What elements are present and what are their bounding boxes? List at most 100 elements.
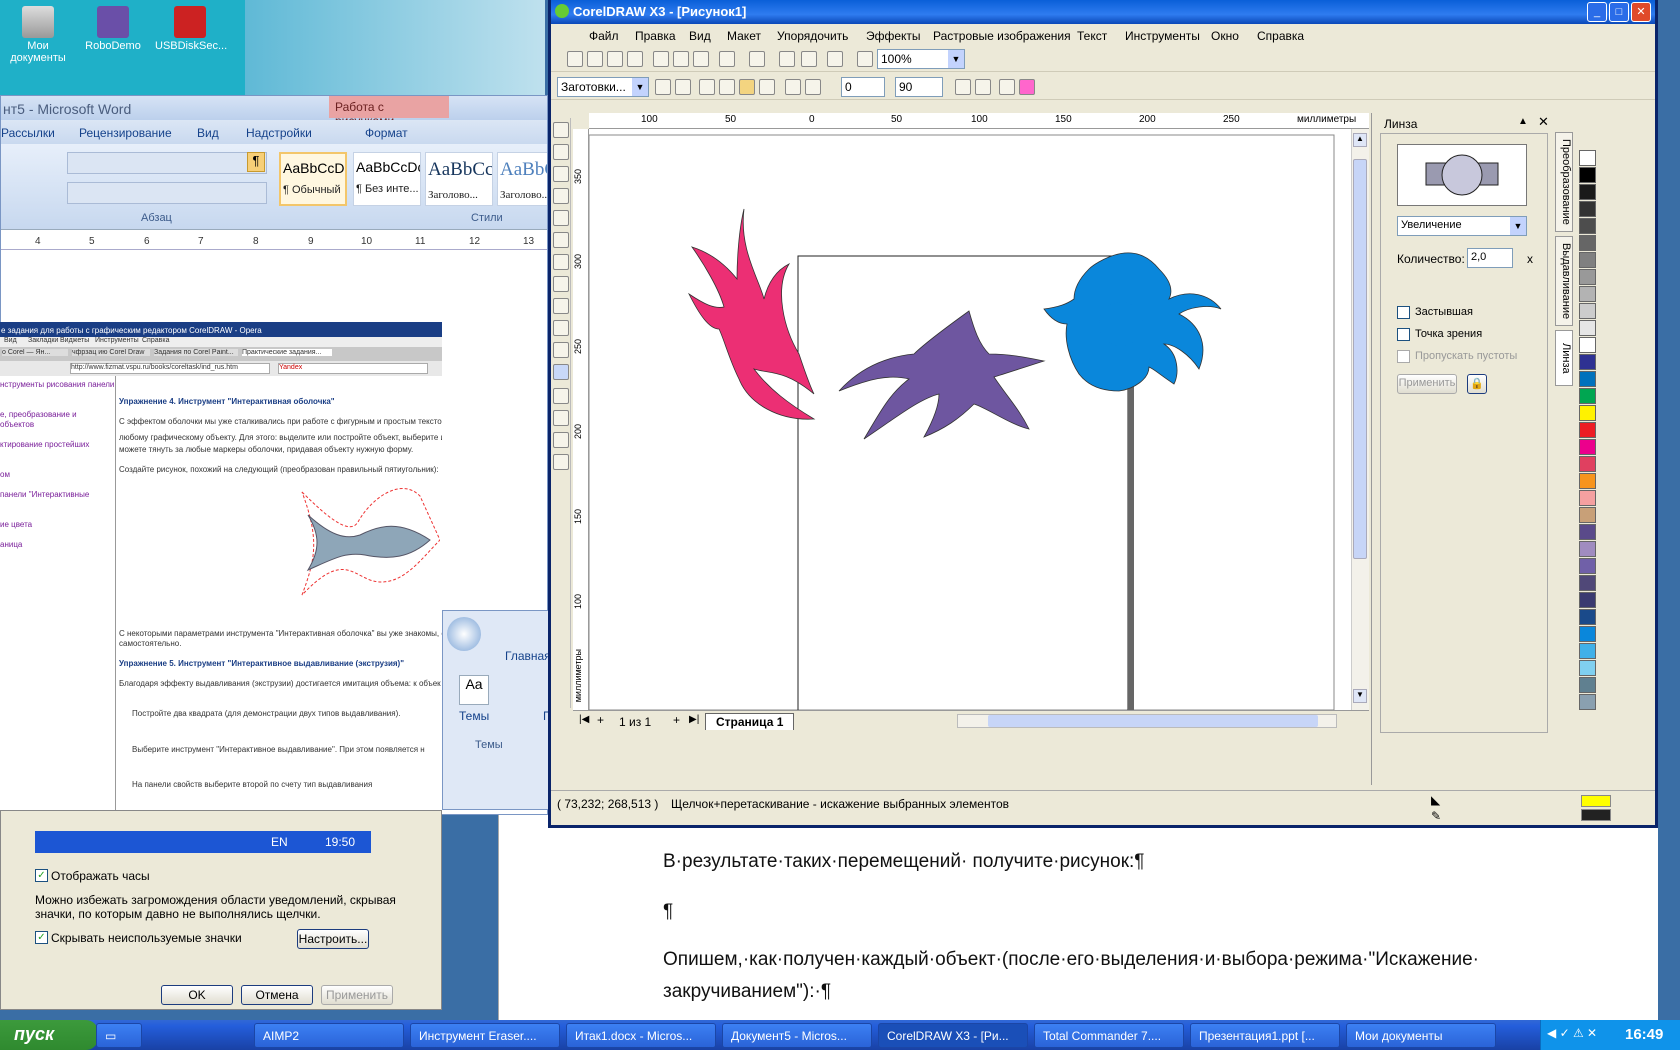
palette-swatch[interactable] [1579,320,1596,336]
task-coreldraw[interactable]: CorelDRAW X3 - [Ри... [878,1023,1028,1048]
sidebar-link[interactable]: объектов [0,420,34,429]
redo-icon[interactable] [749,51,765,67]
configure-button[interactable]: Настроить... [297,929,369,949]
opera-menu-item[interactable]: Виджеты [60,337,89,344]
palette-swatch[interactable] [1579,405,1596,421]
start-button[interactable]: пуск [0,1020,98,1050]
crop-tool-icon[interactable] [553,166,569,182]
paragraph-toolbar-row1[interactable] [67,152,267,174]
sidebar-link[interactable]: ктирование простейших [0,440,89,449]
tab-lens[interactable]: Линза [1555,330,1573,386]
palette-swatch[interactable] [1579,218,1596,234]
menu-tools[interactable]: Инструменты [1125,29,1200,43]
push-pull-distortion-icon[interactable] [699,79,715,95]
scroll-up-icon[interactable]: ▲ [1353,133,1367,147]
palette-swatch[interactable] [1579,558,1596,574]
cut-icon[interactable] [653,51,669,67]
sidebar-link[interactable]: нструменты рисования панели [0,380,114,389]
style-normal[interactable]: AaBbCcDc ¶ Обычный [279,152,347,206]
paragraph-toolbar-row2[interactable] [67,182,267,204]
opera-menu-item[interactable]: Справка [142,337,169,344]
fill-tool-icon[interactable] [553,432,569,448]
add-page-icon[interactable]: + [597,713,611,727]
show-clock-checkbox[interactable]: ✓ [35,869,48,882]
zoom-combo[interactable]: 100% ▼ [877,49,965,69]
additional-degrees-spinner[interactable]: 90 [895,77,943,97]
zoom-tool-icon[interactable] [553,188,569,204]
clockwise-rotation-icon[interactable] [805,79,821,95]
palette-swatch[interactable] [1579,677,1596,693]
palette-swatch[interactable] [1579,354,1596,370]
desktop-icon-my-documents[interactable]: Мои документы [3,2,73,64]
vertical-scrollbar[interactable]: ▲ ▼ [1351,129,1369,710]
scroll-thumb[interactable] [1353,159,1367,559]
tray-clock[interactable]: 16:49 [1625,1026,1663,1043]
add-new-distortion-icon[interactable] [759,79,775,95]
zipper-distortion-icon[interactable] [719,79,735,95]
tab-review[interactable]: Рецензирование [79,126,172,140]
palette-swatch[interactable] [1579,507,1596,523]
palette-swatch[interactable] [1579,490,1596,506]
opera-tab-active[interactable]: Практические задания... [242,349,332,356]
palette-swatch[interactable] [1579,303,1596,319]
freehand-tool-icon[interactable] [553,210,569,226]
interactive-distortion-tool-icon[interactable] [553,364,569,380]
copy-distortion-icon[interactable] [999,79,1015,95]
sidebar-link[interactable]: панели "Интерактивные [0,490,89,499]
opera-url-field[interactable]: http://www.fizmat.vspu.ru/books/coreltas… [70,363,270,374]
text-tool-icon[interactable] [553,342,569,358]
lens-apply-button[interactable]: Применить [1397,374,1457,394]
palette-swatch[interactable] [1579,524,1596,540]
ellipse-tool-icon[interactable] [553,276,569,292]
palette-swatch[interactable] [1579,660,1596,676]
smart-fill-tool-icon[interactable] [553,232,569,248]
palette-swatch[interactable] [1579,643,1596,659]
menu-help[interactable]: Справка [1257,29,1304,43]
outline-color-swatch[interactable] [1581,809,1611,821]
remove-preset-icon[interactable] [675,79,691,95]
center-distortion-icon[interactable] [955,79,971,95]
palette-swatch[interactable] [1579,201,1596,217]
menu-file[interactable]: Файл [589,29,619,43]
opera-menu-item[interactable]: Инструменты [95,337,139,344]
opera-tab[interactable]: о Corel — Ян... [2,349,68,356]
palette-swatch[interactable] [1579,694,1596,710]
fill-color-swatch[interactable] [1581,795,1611,807]
welcome-screen-icon[interactable] [857,51,873,67]
palette-swatch[interactable] [1579,609,1596,625]
import-icon[interactable] [779,51,795,67]
palette-swatch[interactable] [1579,456,1596,472]
add-preset-icon[interactable] [655,79,671,95]
convert-to-curves-icon[interactable] [975,79,991,95]
palette-swatch[interactable] [1579,269,1596,285]
tab-home[interactable]: Главная [505,649,551,663]
palette-swatch[interactable] [1579,575,1596,591]
clear-distortion-icon[interactable] [1019,79,1035,95]
sidebar-link[interactable]: ие цвета [0,520,32,529]
first-page-icon[interactable]: |◀ [579,714,593,728]
open-icon[interactable] [587,51,603,67]
themes-icon[interactable]: Aa [459,675,489,705]
tab-format[interactable]: Формат [365,126,408,140]
menu-view[interactable]: Вид [689,29,711,43]
menu-arrange[interactable]: Упорядочить [777,29,848,43]
basic-shapes-tool-icon[interactable] [553,320,569,336]
show-formatting-marks-button[interactable]: ¶ [247,152,265,172]
counterclockwise-rotation-icon[interactable] [785,79,801,95]
palette-swatch[interactable] [1579,184,1596,200]
palette-swatch[interactable] [1579,286,1596,302]
frozen-checkbox[interactable] [1397,306,1410,319]
skip-blank-checkbox[interactable] [1397,350,1410,363]
tray-icons[interactable]: ◀ ✓ ⚠ ✕ [1547,1026,1597,1040]
opera-tab[interactable]: Задания по Corel Paint... [154,349,238,356]
palette-swatch[interactable] [1579,337,1596,353]
sidebar-link[interactable]: е, преобразование и [0,410,77,419]
palette-swatch[interactable] [1579,439,1596,455]
print-icon[interactable] [627,51,643,67]
task-total-commander[interactable]: Total Commander 7.... [1034,1023,1184,1048]
sidebar-link[interactable]: аница [0,540,22,549]
tab-extrude[interactable]: Выдавливание [1555,236,1573,326]
task-eraser[interactable]: Инструмент Eraser.... [410,1023,560,1048]
menu-edit[interactable]: Правка [635,29,676,43]
tab-view[interactable]: Вид [197,126,219,140]
